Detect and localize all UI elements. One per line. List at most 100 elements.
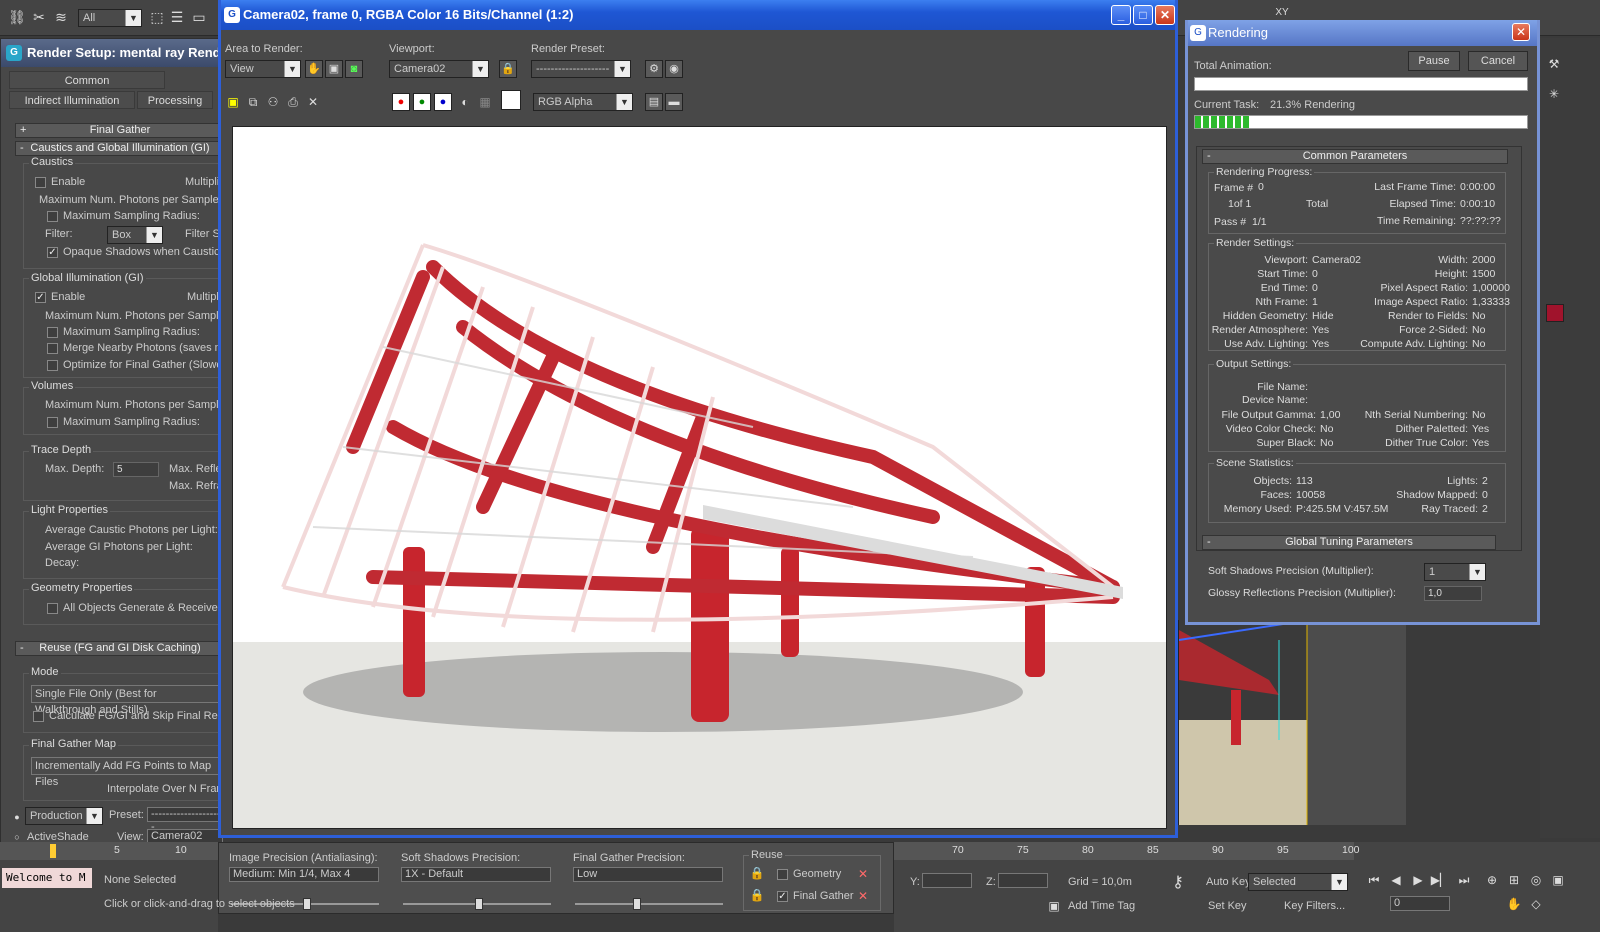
edit-region-icon[interactable]: ✋ — [305, 60, 323, 78]
fg-map-dropdown[interactable]: Incrementally Add FG Points to Map Files — [31, 757, 221, 788]
maximize-viewport-icon[interactable]: ▣ — [1550, 872, 1566, 888]
rollout-common-parameters[interactable]: - Common Parameters — [1202, 149, 1508, 164]
z-coordinate-field[interactable] — [998, 873, 1048, 888]
tab-indirect-illumination[interactable]: Indirect Illumination — [9, 91, 135, 109]
clear-geometry-icon[interactable]: ✕ — [855, 866, 871, 882]
alpha-channel-icon[interactable]: ◐ — [457, 94, 473, 110]
slider-knob[interactable] — [303, 898, 311, 910]
slider-knob[interactable] — [475, 898, 483, 910]
glossy-reflections-spinner[interactable]: 1,0 — [1424, 586, 1482, 601]
time-slider[interactable]: 5 10 — [0, 842, 218, 860]
display-icon[interactable]: ✳ — [1546, 86, 1562, 102]
goto-start-icon[interactable]: ⏮ — [1366, 872, 1382, 888]
green-channel-icon[interactable]: ● — [413, 93, 431, 111]
prev-frame-icon[interactable]: ◀ — [1388, 872, 1404, 888]
key-filters-button[interactable]: Key Filters... — [1284, 900, 1345, 912]
key-icon[interactable]: ⚷ — [1170, 874, 1186, 891]
y-coordinate-field[interactable] — [922, 873, 972, 888]
time-tag-icon[interactable]: ▣ — [1046, 898, 1062, 914]
gi-max-radius-checkbox[interactable] — [47, 327, 58, 338]
optimize-fg-checkbox[interactable] — [47, 360, 58, 371]
rect-selection-icon[interactable]: ▭ — [190, 8, 208, 26]
orbit-icon[interactable]: ◎ — [1528, 872, 1544, 888]
fg-precision-field[interactable]: Low — [573, 867, 723, 882]
render-setup-titlebar[interactable]: G Render Setup: mental ray Renderer — [1, 39, 221, 67]
soft-shadows-slider[interactable] — [403, 898, 551, 910]
clone-window-icon[interactable]: ⚇ — [265, 94, 281, 110]
lock-icon[interactable]: 🔒 — [499, 60, 517, 78]
blue-channel-icon[interactable]: ● — [434, 93, 452, 111]
close-button[interactable]: ✕ — [1512, 23, 1530, 41]
toggle-ui-icon[interactable]: ▬ — [665, 93, 683, 111]
unlink-icon[interactable]: ✂ — [30, 8, 48, 26]
rendering-titlebar[interactable]: G Rendering ✕ — [1188, 20, 1537, 46]
image-precision-field[interactable]: Medium: Min 1/4, Max 4 — [229, 867, 379, 882]
key-mode-dropdown[interactable]: Selected ▼ — [1248, 873, 1348, 891]
soft-shadows-field[interactable]: 1X - Default — [401, 867, 551, 882]
link-icon[interactable]: ⛓ — [8, 8, 26, 26]
save-image-icon[interactable]: ▣ — [225, 94, 241, 110]
next-frame-icon[interactable]: ▶▏ — [1431, 872, 1449, 888]
track-bar[interactable]: 70 75 80 85 90 95 100 — [894, 842, 1360, 860]
all-objects-gi-checkbox[interactable] — [47, 603, 58, 614]
pause-button[interactable]: Pause — [1408, 51, 1460, 71]
red-channel-icon[interactable]: ● — [392, 93, 410, 111]
zoom-icon[interactable]: ⊕ — [1484, 872, 1500, 888]
print-icon[interactable]: ⎙ — [285, 94, 301, 110]
radio-production[interactable]: ● — [9, 809, 25, 825]
render-setup-icon[interactable]: ⚙ — [645, 60, 663, 78]
filter-dropdown[interactable]: Box ▼ — [107, 226, 163, 244]
minimize-button[interactable]: _ — [1111, 5, 1131, 25]
swatch-icon[interactable] — [501, 90, 521, 110]
frame-window-titlebar[interactable]: G Camera02, frame 0, RGBA Color 16 Bits/… — [221, 0, 1175, 30]
reuse-final-gather-checkbox[interactable]: ✓ — [777, 891, 788, 902]
rollout-reuse[interactable]: - Reuse (FG and GI Disk Caching) — [15, 641, 225, 656]
mode-dropdown[interactable]: Single File Only (Best for Walkthrough a… — [31, 685, 221, 716]
rollout-final-gather[interactable]: + Final Gather — [15, 123, 225, 138]
tab-processing[interactable]: Processing — [137, 91, 213, 109]
auto-region-icon[interactable]: ▣ — [325, 60, 343, 78]
calc-skip-checkbox[interactable] — [33, 711, 44, 722]
fg-precision-slider[interactable] — [575, 898, 723, 910]
select-by-name-icon[interactable]: ☰ — [168, 8, 186, 26]
merge-photons-checkbox[interactable] — [47, 343, 58, 354]
maxscript-listener[interactable]: Welcome to M — [2, 868, 92, 888]
opaque-shadows-checkbox[interactable]: ✓ — [47, 247, 58, 258]
clear-final-gather-icon[interactable]: ✕ — [855, 888, 871, 904]
reuse-geometry-checkbox[interactable] — [777, 869, 788, 880]
volumes-max-radius-checkbox[interactable] — [47, 417, 58, 428]
gi-enable-checkbox[interactable]: ✓ — [35, 292, 46, 303]
maximize-button[interactable]: □ — [1133, 5, 1153, 25]
rollout-global-tuning[interactable]: - Global Tuning Parameters — [1202, 535, 1496, 550]
environment-icon[interactable]: ◉ — [665, 60, 683, 78]
selection-filter-dropdown[interactable]: All ▼ — [78, 9, 142, 27]
field-of-view-icon[interactable]: ◇ — [1528, 896, 1544, 912]
hammer-icon[interactable]: ⚒ — [1546, 56, 1562, 72]
render-preset-dropdown[interactable]: -------------------- ▼ — [531, 60, 631, 78]
max-depth-spinner[interactable]: 5 — [113, 462, 159, 477]
caustics-enable-checkbox[interactable] — [35, 177, 46, 188]
tab-common[interactable]: Common — [9, 71, 165, 89]
bind-space-warp-icon[interactable]: ≋ — [52, 8, 70, 26]
auto-key-button[interactable]: Auto Key — [1206, 876, 1251, 888]
pan-icon[interactable]: ✋ — [1506, 896, 1522, 912]
goto-end-icon[interactable]: ⏭ — [1456, 872, 1472, 888]
viewport-dropdown[interactable]: Camera02 ▼ — [389, 60, 489, 78]
production-dropdown[interactable]: Production ▼ — [25, 807, 103, 825]
channel-dropdown[interactable]: RGB Alpha ▼ — [533, 93, 633, 111]
crop-icon[interactable]: ◙ — [345, 60, 363, 78]
area-to-render-dropdown[interactable]: View ▼ — [225, 60, 301, 78]
perspective-viewport[interactable] — [1178, 620, 1406, 825]
clear-icon[interactable]: ✕ — [305, 94, 321, 110]
select-object-icon[interactable]: ⬚ — [148, 8, 166, 26]
close-button[interactable]: ✕ — [1155, 5, 1175, 25]
time-slider-handle[interactable] — [50, 844, 56, 858]
current-frame-field[interactable]: 0 — [1390, 896, 1450, 911]
object-color-swatch[interactable] — [1546, 304, 1564, 322]
add-time-tag[interactable]: Add Time Tag — [1068, 900, 1135, 912]
monochrome-icon[interactable]: ▦ — [477, 94, 493, 110]
lock-icon[interactable]: 🔒 — [749, 865, 765, 881]
caustics-max-radius-checkbox[interactable] — [47, 211, 58, 222]
cancel-button[interactable]: Cancel — [1468, 51, 1528, 71]
rollout-caustics-gi[interactable]: - Caustics and Global Illumination (GI) — [15, 141, 225, 156]
